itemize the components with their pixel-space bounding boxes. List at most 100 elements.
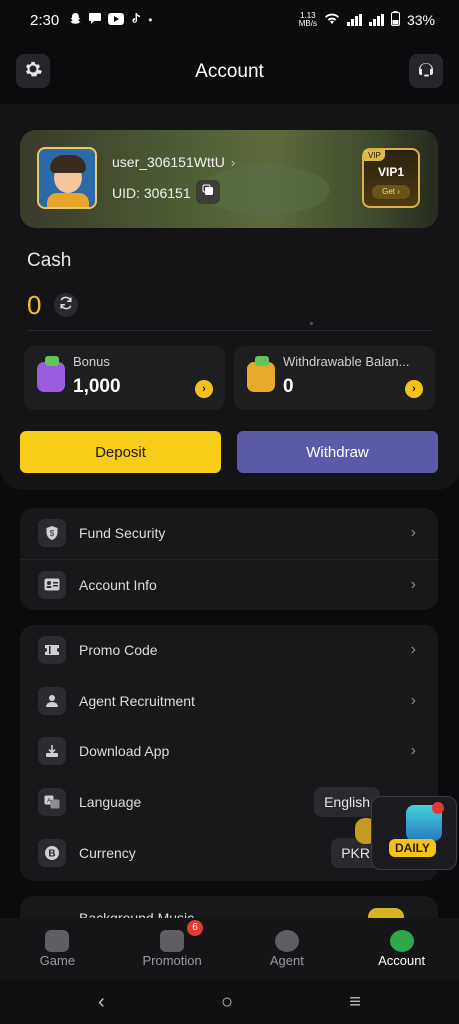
withdraw-button[interactable]: Withdraw xyxy=(237,431,438,473)
menu-item-label: Promo Code xyxy=(79,642,158,659)
balance-label: Bonus xyxy=(73,354,110,369)
vip-tag: VIP xyxy=(364,150,385,161)
security-menu-group: $ Fund Security › Account Info › xyxy=(20,508,438,611)
tab-label: Account xyxy=(378,953,426,968)
support-headset-icon xyxy=(416,59,436,84)
status-time: 2:30 xyxy=(30,11,60,29)
vip-get-button[interactable]: Get › xyxy=(372,185,410,199)
chevron-right-icon: › xyxy=(410,575,416,593)
user-icon xyxy=(38,686,66,715)
refresh-balance-button[interactable] xyxy=(54,293,78,317)
bitcoin-icon: B xyxy=(38,838,66,867)
status-bar: 2:30 • 1.13 MB/s 33% xyxy=(0,0,459,40)
system-nav-bar: ‹ ○ ≡ xyxy=(0,980,459,1024)
gift-box-icon xyxy=(160,930,185,952)
chevron-right-icon: › xyxy=(230,155,236,170)
tab-agent[interactable]: Agent xyxy=(230,918,345,980)
signal-icon xyxy=(368,14,384,26)
page-title: Account xyxy=(195,61,264,82)
menu-item-label: Agent Recruitment xyxy=(79,692,195,709)
tab-label: Agent xyxy=(269,953,304,968)
battery-percent: 33% xyxy=(406,12,435,28)
profile-banner[interactable]: user_306151WttU › UID: 306151 VIP VIP1 Ge… xyxy=(20,130,438,228)
menu-item-label: Currency xyxy=(79,844,136,861)
balance-label: Withdrawable Balan... xyxy=(283,354,410,369)
svg-text:$: $ xyxy=(50,529,55,538)
daily-label: DAILY xyxy=(389,839,436,857)
snapchat-icon xyxy=(69,12,82,28)
app-header: Account xyxy=(0,40,459,104)
tab-promotion[interactable]: 6 Promotion xyxy=(115,918,230,980)
signal-icon xyxy=(346,14,362,26)
refresh-icon xyxy=(59,296,73,315)
menu-item-label: Fund Security xyxy=(79,525,166,542)
wallet-icon xyxy=(247,356,275,392)
tab-label: Game xyxy=(39,953,76,968)
notification-dot xyxy=(432,802,444,814)
chevron-right-icon: › xyxy=(410,691,416,709)
settings-button[interactable] xyxy=(16,54,50,88)
coin-stack-icon xyxy=(274,930,299,952)
wifi-icon xyxy=(324,12,340,28)
user-id: UID: 306151 xyxy=(112,185,191,201)
username: user_306151WttU xyxy=(112,154,225,170)
user-circle-icon xyxy=(389,930,414,952)
daily-reward-widget[interactable]: DAILY xyxy=(371,796,457,870)
menu-item-account-info[interactable]: Account Info › xyxy=(20,560,438,611)
status-notification-icons: • xyxy=(69,12,152,28)
menu-item-promo-code[interactable]: Promo Code › xyxy=(20,625,438,676)
tab-label: Promotion xyxy=(142,953,202,968)
cash-label: Cash xyxy=(27,250,72,271)
back-icon[interactable]: ‹ xyxy=(98,991,105,1014)
shield-icon: $ xyxy=(38,519,66,548)
chevron-right-icon: › xyxy=(410,742,416,760)
translate-icon: A xyxy=(38,788,66,817)
wallet-icon xyxy=(37,356,65,392)
chat-icon xyxy=(88,12,102,28)
svg-text:A: A xyxy=(47,798,52,805)
recents-icon[interactable]: ≡ xyxy=(349,991,361,1014)
gear-icon xyxy=(23,59,43,84)
tiktok-icon xyxy=(130,12,142,28)
bonus-balance-card[interactable]: Bonus 1,000 › xyxy=(24,346,225,410)
menu-item-download-app[interactable]: Download App › xyxy=(20,726,438,777)
status-system-icons: 1.13 MB/s 33% xyxy=(299,11,435,29)
promotion-count-badge: 6 xyxy=(187,920,204,936)
home-icon[interactable]: ○ xyxy=(221,991,233,1014)
chevron-right-icon[interactable]: › xyxy=(195,380,213,398)
support-button[interactable] xyxy=(409,54,443,88)
youtube-icon xyxy=(108,12,125,28)
withdrawable-balance-card[interactable]: Withdrawable Balan... 0 › xyxy=(234,346,435,410)
account-summary-card: user_306151WttU › UID: 306151 VIP VIP1 Ge… xyxy=(0,104,459,490)
menu-item-label: Download App xyxy=(79,743,170,760)
chevron-right-icon[interactable]: › xyxy=(405,380,423,398)
username-link[interactable]: user_306151WttU › xyxy=(112,154,235,170)
vip-badge-button[interactable]: VIP VIP1 Get › xyxy=(362,148,420,208)
network-speed: 1.13 MB/s xyxy=(298,11,317,28)
menu-item-label: Language xyxy=(79,794,142,811)
tab-game[interactable]: Game xyxy=(0,918,115,980)
bottom-tab-bar: Game 6 Promotion Agent Account xyxy=(0,918,459,980)
divider xyxy=(27,330,432,331)
pager-dot xyxy=(310,322,313,325)
dot-icon: • xyxy=(148,13,153,27)
menu-item-fund-security[interactable]: $ Fund Security › xyxy=(20,508,438,559)
ticket-icon xyxy=(38,636,66,665)
menu-item-label: Account Info xyxy=(79,576,157,593)
balance-value: 0 xyxy=(283,376,294,397)
avatar[interactable] xyxy=(37,147,97,209)
copy-uid-button[interactable] xyxy=(196,180,220,204)
copy-icon xyxy=(202,183,214,201)
chevron-right-icon: › xyxy=(410,524,416,542)
cash-value: 0 xyxy=(27,290,42,320)
tab-account[interactable]: Account xyxy=(344,918,459,980)
svg-text:B: B xyxy=(48,848,55,859)
balance-value: 1,000 xyxy=(73,376,121,397)
menu-item-agent-recruitment[interactable]: Agent Recruitment › xyxy=(20,676,438,727)
vip-level: VIP1 xyxy=(377,165,404,179)
deposit-button[interactable]: Deposit xyxy=(20,431,221,473)
chevron-right-icon: › xyxy=(410,641,416,659)
gamepad-icon xyxy=(45,930,70,952)
download-icon xyxy=(38,737,66,766)
battery-icon xyxy=(390,11,400,29)
